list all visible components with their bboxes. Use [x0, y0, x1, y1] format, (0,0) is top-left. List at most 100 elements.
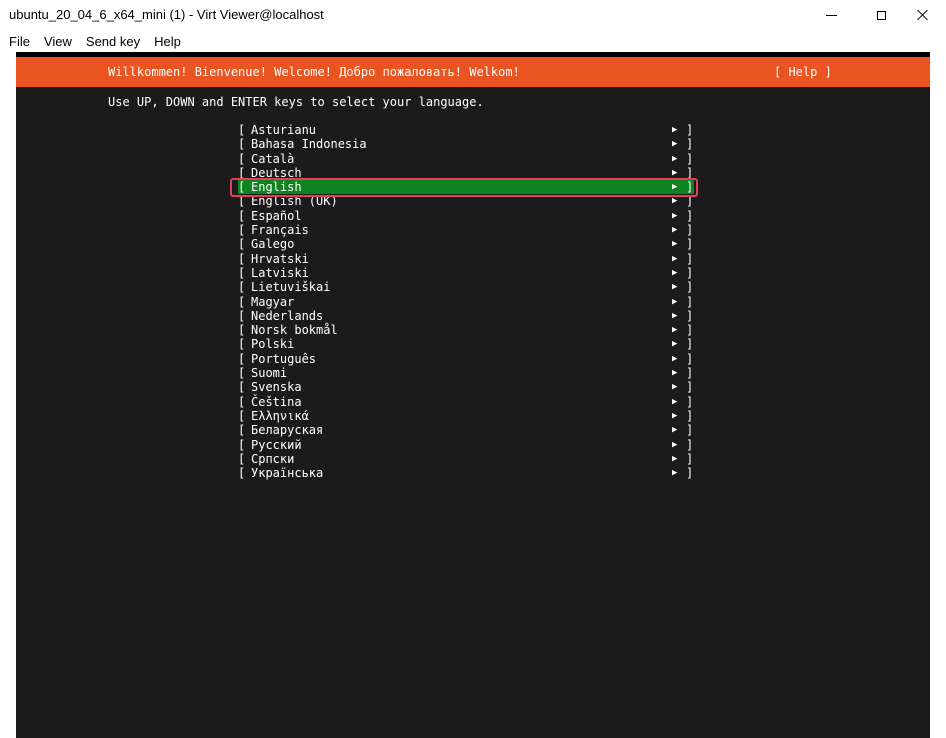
language-label: Magyar: [251, 294, 295, 309]
language-label: Русский: [251, 437, 302, 452]
vm-console[interactable]: Willkommen! Bienvenue! Welcome! Добро по…: [16, 52, 930, 738]
language-option[interactable]: [Português ▶]: [238, 352, 694, 366]
language-label: Norsk bokmål: [251, 323, 338, 338]
virt-viewer-window: ubuntu_20_04_6_x64_mini (1) - Virt Viewe…: [0, 0, 946, 738]
bracket-close: ]: [686, 208, 694, 223]
language-label: Svenska: [251, 380, 302, 395]
arrow-right-icon: ▶: [672, 167, 678, 178]
bracket-open: [: [238, 294, 246, 309]
language-option[interactable]: [Bahasa Indonesia ▶]: [238, 137, 694, 151]
bracket-close: ]: [686, 294, 694, 309]
bracket-close: ]: [686, 351, 694, 366]
language-label: Čeština: [251, 394, 302, 409]
bracket-close: ]: [686, 165, 694, 180]
bracket-open: [: [238, 451, 246, 466]
menu-view[interactable]: View: [37, 34, 79, 49]
language-option[interactable]: [Galego ▶]: [238, 237, 694, 251]
menu-send-key[interactable]: Send key: [79, 34, 147, 49]
arrow-right-icon: ▶: [672, 396, 678, 407]
minimize-button[interactable]: [808, 0, 854, 30]
language-label: Français: [251, 223, 309, 238]
language-option[interactable]: [Latviski ▶]: [238, 266, 694, 280]
language-label: Ελληνικά: [251, 408, 309, 423]
bracket-open: [: [238, 408, 246, 423]
language-option[interactable]: [Suomi ▶]: [238, 366, 694, 380]
arrow-right-icon: ▶: [672, 196, 678, 207]
bracket-close: ]: [686, 451, 694, 466]
bracket-close: ]: [686, 394, 694, 409]
language-option[interactable]: [Hrvatski ▶]: [238, 252, 694, 266]
language-label: Español: [251, 208, 302, 223]
language-label: Português: [251, 351, 317, 366]
language-list: [Asturianu ▶] [Bahasa Indonesia ▶] [Català ▶]…: [238, 123, 694, 480]
language-option[interactable]: [Français ▶]: [238, 223, 694, 237]
arrow-right-icon: ▶: [672, 439, 678, 450]
bracket-open: [: [238, 366, 246, 381]
language-option[interactable]: [Српски ▶]: [238, 452, 694, 466]
console-frame: Willkommen! Bienvenue! Welcome! Добро по…: [0, 52, 946, 738]
arrow-right-icon: ▶: [672, 368, 678, 379]
bracket-open: [: [238, 351, 246, 366]
arrow-right-icon: ▶: [672, 310, 678, 321]
language-label: Беларуская: [251, 423, 324, 438]
bracket-open: [: [238, 208, 246, 223]
bracket-close: ]: [686, 280, 694, 295]
bracket-close: ]: [686, 437, 694, 452]
menu-file[interactable]: File: [0, 34, 37, 49]
language-label: Català: [251, 151, 295, 166]
language-option[interactable]: [Deutsch ▶]: [238, 166, 694, 180]
language-option[interactable]: [Català ▶]: [238, 152, 694, 166]
close-button[interactable]: [900, 0, 946, 30]
bracket-close: ]: [686, 423, 694, 438]
bracket-close: ]: [686, 237, 694, 252]
language-label: Polski: [251, 337, 295, 352]
bracket-close: ]: [686, 137, 694, 152]
help-button[interactable]: [ Help ]: [774, 65, 832, 79]
language-option[interactable]: [Svenska ▶]: [238, 380, 694, 394]
language-label: Српски: [251, 451, 295, 466]
title-bar[interactable]: ubuntu_20_04_6_x64_mini (1) - Virt Viewe…: [0, 0, 946, 30]
language-option[interactable]: [Polski ▶]: [238, 337, 694, 351]
language-option[interactable]: [Magyar ▶]: [238, 295, 694, 309]
language-label: Hrvatski: [251, 251, 309, 266]
language-option[interactable]: [English ▶]: [238, 180, 694, 195]
language-option[interactable]: [Українська ▶]: [238, 466, 694, 480]
arrow-right-icon: ▶: [672, 282, 678, 293]
language-option[interactable]: [Čeština ▶]: [238, 395, 694, 409]
language-label: Nederlands: [251, 308, 324, 323]
language-option[interactable]: [ Беларуская ▶]: [238, 423, 694, 437]
arrow-right-icon: ▶: [672, 425, 678, 436]
language-label: Galego: [251, 237, 295, 252]
language-option[interactable]: [Norsk bokmål ▶]: [238, 323, 694, 337]
bracket-open: [: [238, 165, 246, 180]
bracket-close: ]: [686, 323, 694, 338]
arrow-right-icon: ▶: [672, 325, 678, 336]
bracket-open: [: [238, 423, 246, 438]
bracket-open: [: [238, 194, 246, 209]
bracket-close: ]: [686, 466, 694, 481]
menu-help[interactable]: Help: [147, 34, 188, 49]
arrow-right-icon: ▶: [672, 267, 678, 278]
bracket-close: ]: [686, 223, 694, 238]
bracket-open: [: [238, 337, 246, 352]
bracket-open: [: [238, 380, 246, 395]
bracket-close: ]: [686, 151, 694, 166]
language-option[interactable]: [Asturianu ▶]: [238, 123, 694, 137]
arrow-right-icon: ▶: [672, 468, 678, 479]
language-label: Suomi: [251, 366, 288, 381]
language-option[interactable]: [Nederlands ▶]: [238, 309, 694, 323]
bracket-close: ]: [686, 123, 694, 137]
language-label: Latviski: [251, 265, 309, 280]
language-option[interactable]: [Русский ▶]: [238, 438, 694, 452]
maximize-button[interactable]: [858, 0, 904, 30]
language-option[interactable]: [Ελληνικά ▶]: [238, 409, 694, 423]
arrow-right-icon: ▶: [672, 339, 678, 350]
language-label: Bahasa Indonesia: [251, 137, 367, 152]
window-title: ubuntu_20_04_6_x64_mini (1) - Virt Viewe…: [9, 7, 324, 22]
language-option[interactable]: [English (UK) ▶]: [238, 194, 694, 208]
bracket-open: [: [238, 466, 246, 481]
language-option[interactable]: [Español ▶]: [238, 209, 694, 223]
bracket-open: [: [238, 280, 246, 295]
language-option[interactable]: [Lietuviškai ▶]: [238, 280, 694, 294]
bracket-open: [: [238, 237, 246, 252]
